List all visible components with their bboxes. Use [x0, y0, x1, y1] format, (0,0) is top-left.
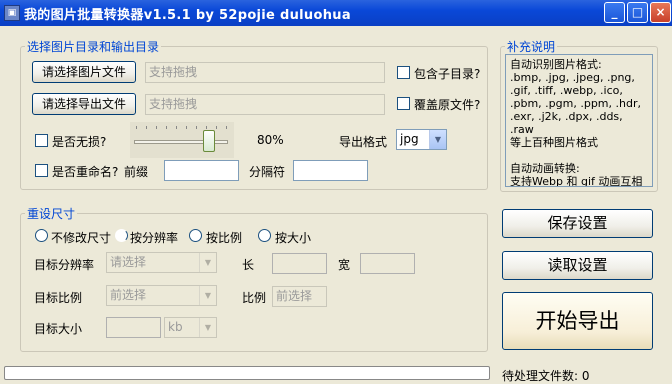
- dir-group-legend: 选择图片目录和输出目录: [27, 40, 160, 54]
- progress-bar: [4, 366, 490, 380]
- slider-tick: [136, 126, 137, 129]
- target-size-input[interactable]: [106, 317, 161, 338]
- app-icon: ▣: [4, 5, 20, 21]
- width-input[interactable]: [360, 253, 415, 274]
- include-subdir-checkbox[interactable]: [397, 66, 410, 79]
- slider-tick: [226, 126, 227, 129]
- prefix-input[interactable]: [164, 160, 239, 181]
- ratio-input[interactable]: 前选择: [272, 286, 327, 307]
- prefix-label: 前缀: [124, 165, 149, 179]
- radio-size[interactable]: [258, 229, 271, 242]
- lossless-checkbox[interactable]: [35, 134, 48, 147]
- quality-value: 80%: [257, 133, 284, 147]
- lossless-label: 是否无损?: [52, 135, 107, 149]
- select-image-button[interactable]: 请选择图片文件: [32, 61, 136, 83]
- chevron-down-icon: ▼: [429, 130, 446, 149]
- size-unit-value: kb: [168, 320, 183, 334]
- separator-label: 分隔符: [249, 165, 286, 179]
- overwrite-label: 覆盖原文件?: [414, 98, 481, 112]
- include-subdir-label: 包含子目录?: [414, 67, 481, 81]
- radio-ratio-label: 按比例: [206, 231, 243, 245]
- radio-keep-size-label: 不修改尺寸: [51, 231, 112, 245]
- target-resolution-label: 目标分辨率: [34, 258, 95, 272]
- radio-ratio[interactable]: [189, 229, 202, 242]
- target-ratio-label: 目标比例: [34, 291, 83, 305]
- app-window: ▣ 我的图片批量转换器v1.5.1 by 52pojie duluohua _ …: [0, 0, 672, 384]
- note-group-legend: 补充说明: [507, 40, 556, 54]
- radio-keep-size[interactable]: [35, 229, 48, 242]
- load-settings-button[interactable]: 读取设置: [502, 251, 653, 280]
- export-format-label: 导出格式: [339, 135, 388, 149]
- close-button[interactable]: ×: [650, 2, 671, 23]
- resize-group-legend: 重设尺寸: [27, 207, 76, 221]
- title-bar[interactable]: ▣ 我的图片批量转换器v1.5.1 by 52pojie duluohua _ …: [0, 0, 672, 26]
- minimize-button[interactable]: _: [604, 2, 625, 23]
- slider-tick: [176, 126, 177, 129]
- export-format-select[interactable]: jpg ▼: [396, 129, 447, 150]
- ratio-label: 比例: [242, 291, 267, 305]
- target-resolution-value: 请选择: [110, 255, 147, 269]
- separator-input[interactable]: [293, 160, 368, 181]
- radio-size-label: 按大小: [275, 231, 312, 245]
- width-label: 宽: [338, 258, 351, 272]
- rename-label: 是否重命名?: [52, 165, 119, 179]
- select-export-button[interactable]: 请选择导出文件: [32, 93, 136, 115]
- length-label: 长: [242, 258, 255, 272]
- slider-tick: [186, 126, 187, 129]
- rename-checkbox[interactable]: [35, 164, 48, 177]
- save-settings-button[interactable]: 保存设置: [502, 209, 653, 238]
- target-resolution-select[interactable]: 请选择 ▼: [106, 252, 217, 273]
- chevron-down-icon: ▼: [199, 286, 216, 305]
- target-ratio-value: 前选择: [110, 288, 147, 302]
- target-size-label: 目标大小: [34, 322, 83, 336]
- radio-resolution[interactable]: [115, 229, 128, 242]
- overwrite-checkbox[interactable]: [397, 97, 410, 110]
- export-format-value: jpg: [400, 132, 419, 146]
- image-path-input[interactable]: 支持拖拽: [145, 62, 385, 83]
- target-ratio-select[interactable]: 前选择 ▼: [106, 285, 217, 306]
- chevron-down-icon: ▼: [199, 253, 216, 272]
- slider-thumb[interactable]: [203, 130, 216, 152]
- length-input[interactable]: [272, 253, 327, 274]
- maximize-button[interactable]: □: [627, 2, 648, 23]
- radio-resolution-label: 按分辨率: [130, 231, 179, 245]
- note-textbox[interactable]: 自动识别图片格式: .bmp, .jpg, .jpeg, .png, .gif,…: [505, 54, 653, 187]
- slider-tick: [206, 126, 207, 129]
- size-unit-select[interactable]: kb ▼: [164, 317, 217, 338]
- chevron-down-icon: ▼: [199, 318, 216, 337]
- slider-tick: [166, 126, 167, 129]
- pending-files-count: 待处理文件数: 0: [502, 369, 590, 383]
- start-export-button[interactable]: 开始导出: [502, 292, 653, 350]
- slider-tick: [196, 126, 197, 129]
- window-title: 我的图片批量转换器v1.5.1 by 52pojie duluohua: [24, 8, 351, 23]
- slider-tick: [156, 126, 157, 129]
- slider-tick: [146, 126, 147, 129]
- resize-group: 重设尺寸: [20, 205, 488, 352]
- slider-tick: [216, 126, 217, 129]
- export-path-input[interactable]: 支持拖拽: [145, 94, 385, 115]
